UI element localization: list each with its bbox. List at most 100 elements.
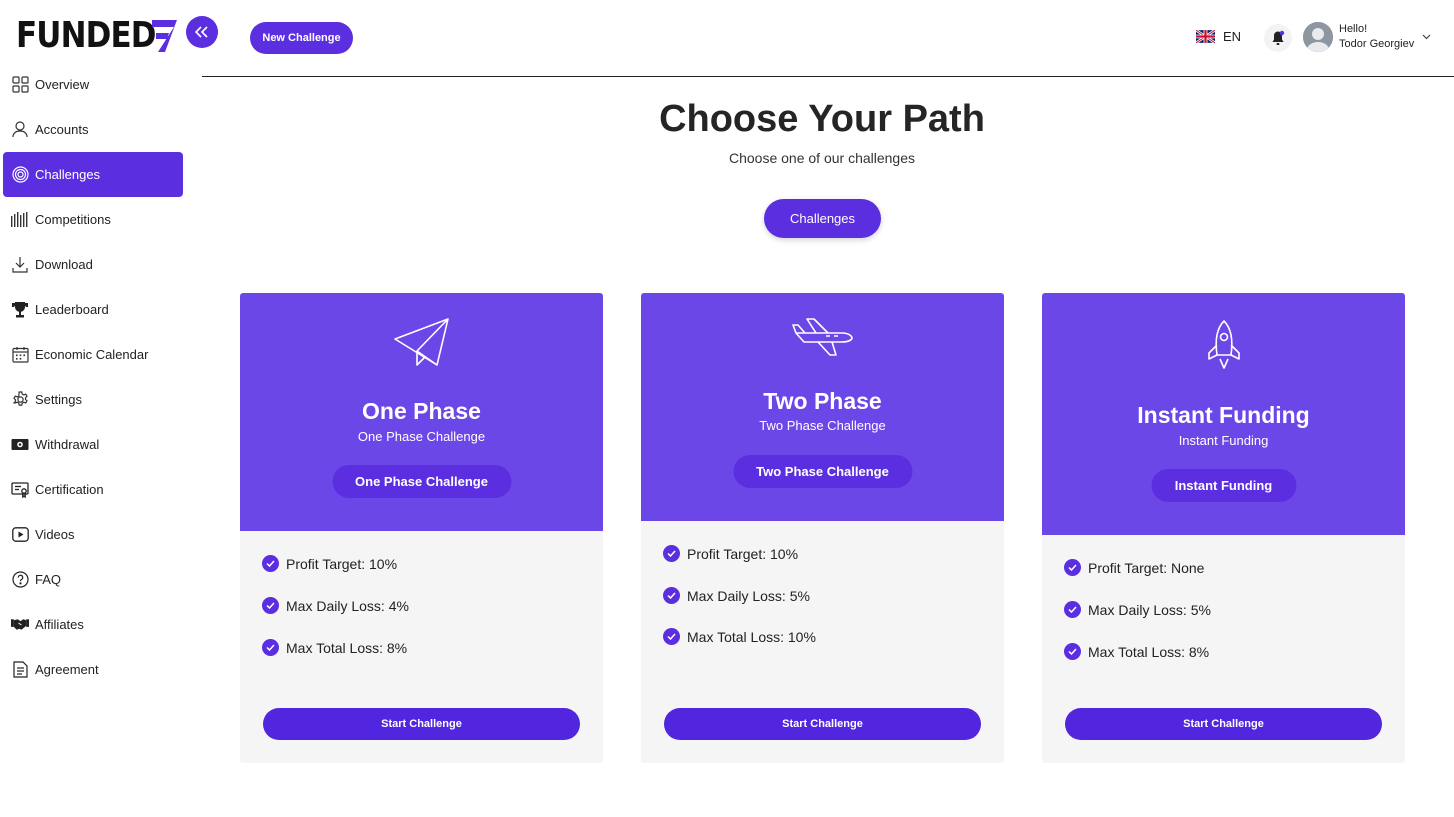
check-circle-icon xyxy=(262,555,279,572)
challenge-card-instant-funding: Instant Funding Instant Funding Instant … xyxy=(1042,293,1405,763)
start-challenge-button[interactable]: Start Challenge xyxy=(263,708,580,740)
grid-icon xyxy=(11,76,29,94)
sidebar-item-label: Settings xyxy=(35,392,82,407)
feature-item: Max Total Loss: 8% xyxy=(262,639,407,656)
calendar-icon xyxy=(11,346,29,364)
page-subtitle: Choose one of our challenges xyxy=(728,150,916,166)
sidebar-item-label: Affiliates xyxy=(35,617,84,632)
card-icon-wrap xyxy=(240,317,603,369)
sidebar-item-economic-calendar[interactable]: Economic Calendar xyxy=(3,332,183,377)
card-title: Instant Funding xyxy=(1137,402,1310,428)
feature-item: Profit Target: 10% xyxy=(262,555,397,572)
brand-logo: FUNDED xyxy=(16,16,178,56)
cash-icon xyxy=(11,436,29,454)
card-subtitle: Two Phase Challenge xyxy=(759,418,886,433)
certificate-icon xyxy=(11,481,29,499)
sidebar-item-label: FAQ xyxy=(35,572,62,587)
bell-icon xyxy=(1272,30,1285,45)
sidebar-item-download[interactable]: Download xyxy=(3,242,183,287)
feature-label: Profit Target: 10% xyxy=(286,555,398,572)
card-type-pill[interactable]: Instant Funding xyxy=(1151,469,1296,502)
check-circle-icon xyxy=(1064,643,1081,660)
sidebar-item-label: Overview xyxy=(35,77,90,92)
sidebar-item-label: Economic Calendar xyxy=(35,347,149,362)
feature-item: Max Total Loss: 10% xyxy=(663,628,816,645)
sidebar-item-videos[interactable]: Videos xyxy=(3,512,183,557)
paper-plane-icon xyxy=(393,318,449,366)
check-circle-icon xyxy=(663,545,680,562)
card-subtitle: One Phase Challenge xyxy=(357,429,486,444)
card-icon-wrap xyxy=(641,317,1004,357)
target-icon xyxy=(11,166,29,184)
feature-item: Profit Target: None xyxy=(1064,559,1204,576)
tab-challenges[interactable]: Challenges xyxy=(764,199,881,238)
sidebar-item-accounts[interactable]: Accounts xyxy=(3,107,183,152)
header-divider xyxy=(202,76,1454,77)
notifications-button[interactable] xyxy=(1264,24,1292,52)
sidebar-item-affiliates[interactable]: Affiliates xyxy=(3,602,183,647)
download-icon xyxy=(11,256,29,274)
sidebar-item-label: Accounts xyxy=(35,122,89,137)
check-circle-icon xyxy=(663,587,680,604)
sidebar-item-label: Agreement xyxy=(35,662,99,677)
sidebar-item-label: Leaderboard xyxy=(35,302,109,317)
feature-label: Max Daily Loss: 5% xyxy=(1088,601,1211,618)
collapse-sidebar-button[interactable] xyxy=(186,16,218,48)
question-icon xyxy=(11,571,29,589)
sidebar-item-competitions[interactable]: Competitions xyxy=(3,197,183,242)
sidebar-item-label: Withdrawal xyxy=(35,437,100,452)
new-challenge-button[interactable]: New Challenge xyxy=(250,22,353,54)
document-icon xyxy=(11,661,29,679)
handshake-icon xyxy=(11,616,29,634)
sidebar-item-withdrawal[interactable]: Withdrawal xyxy=(3,422,183,467)
card-subtitle: Instant Funding xyxy=(1178,433,1269,448)
language-selector[interactable]: EN xyxy=(1196,29,1241,44)
sidebar-item-challenges[interactable]: Challenges xyxy=(3,152,183,197)
bars-icon xyxy=(11,211,29,229)
sidebar-item-label: Certification xyxy=(35,482,104,497)
feature-label: Max Daily Loss: 4% xyxy=(286,597,409,614)
challenge-card-one-phase: One Phase One Phase Challenge One Phase … xyxy=(240,293,603,763)
sidebar-item-overview[interactable]: Overview xyxy=(3,62,183,107)
sidebar-nav: Overview Accounts Challenges Competition… xyxy=(3,62,183,692)
user-icon xyxy=(11,121,29,139)
card-icon-wrap xyxy=(1042,319,1405,371)
airplane-icon xyxy=(791,318,853,356)
start-challenge-button[interactable]: Start Challenge xyxy=(664,708,981,740)
sidebar-item-agreement[interactable]: Agreement xyxy=(3,647,183,692)
avatar-icon xyxy=(1303,22,1333,52)
sidebar-item-certification[interactable]: Certification xyxy=(3,467,183,512)
start-challenge-button[interactable]: Start Challenge xyxy=(1065,708,1382,740)
sidebar-item-faq[interactable]: FAQ xyxy=(3,557,183,602)
card-type-pill[interactable]: Two Phase Challenge xyxy=(733,455,912,488)
chevron-down-icon xyxy=(1422,34,1431,40)
feature-label: Max Total Loss: 8% xyxy=(1088,643,1210,660)
logo-text: FUNDED xyxy=(16,15,156,56)
trophy-icon xyxy=(11,301,29,319)
sidebar-item-label: Challenges xyxy=(35,167,101,182)
feature-label: Max Total Loss: 8% xyxy=(286,639,408,656)
uk-flag-icon xyxy=(1196,29,1215,44)
sidebar-item-settings[interactable]: Settings xyxy=(3,377,183,422)
user-name: Todor Georgiev xyxy=(1339,38,1415,50)
feature-item: Max Daily Loss: 5% xyxy=(1064,601,1211,618)
check-circle-icon xyxy=(262,597,279,614)
card-type-pill[interactable]: One Phase Challenge xyxy=(332,465,511,498)
check-circle-icon xyxy=(1064,559,1081,576)
sidebar-item-label: Videos xyxy=(35,527,75,542)
page-title: Choose Your Path xyxy=(659,98,985,140)
feature-label: Max Total Loss: 10% xyxy=(687,628,816,645)
feature-item: Max Daily Loss: 5% xyxy=(663,587,810,604)
check-circle-icon xyxy=(262,639,279,656)
user-menu[interactable]: Hello! Todor Georgiev xyxy=(1303,22,1431,52)
check-circle-icon xyxy=(1064,601,1081,618)
sidebar-item-label: Competitions xyxy=(35,212,111,227)
logo-mark-icon xyxy=(152,20,177,52)
video-icon xyxy=(11,526,29,544)
rocket-icon xyxy=(1207,320,1240,369)
feature-label: Max Daily Loss: 5% xyxy=(687,587,810,604)
sidebar-item-label: Download xyxy=(35,257,93,272)
avatar xyxy=(1303,22,1333,52)
feature-label: Profit Target: 10% xyxy=(687,545,799,562)
sidebar-item-leaderboard[interactable]: Leaderboard xyxy=(3,287,183,332)
